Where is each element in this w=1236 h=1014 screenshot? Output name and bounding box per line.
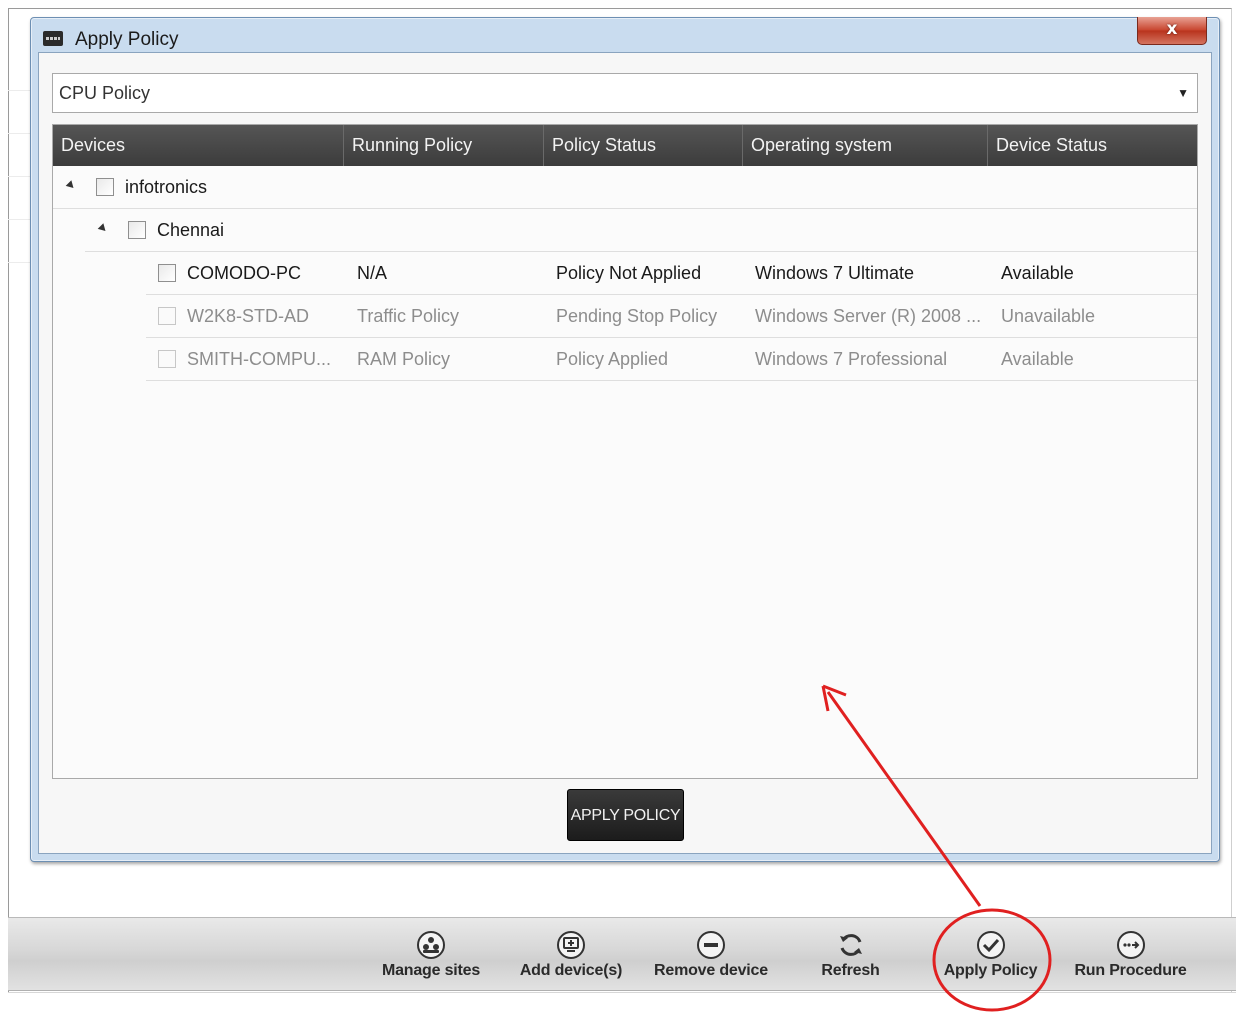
group-name: infotronics <box>125 177 208 197</box>
run-procedure-icon <box>1116 931 1145 959</box>
background-divider <box>8 90 30 91</box>
tree-group-row[interactable]: infotronics <box>53 166 1197 209</box>
device-name: W2K8-STD-AD <box>187 306 310 326</box>
running-policy: N/A <box>357 263 388 283</box>
toolbar-label: Remove device <box>654 962 768 979</box>
group-name: Chennai <box>157 220 225 240</box>
collapse-arrow-icon[interactable] <box>65 180 77 191</box>
background-divider <box>8 133 30 134</box>
device-status: Unavailable <box>1001 306 1096 326</box>
device-status: Available <box>1001 349 1074 369</box>
device-name: SMITH-COMPU... <box>187 349 331 369</box>
device-checkbox[interactable] <box>158 307 176 325</box>
column-header-policy-status[interactable]: Policy Status <box>543 125 742 166</box>
add-device-icon <box>557 931 585 959</box>
apply-policy-dialog-button[interactable]: APPLY POLICY <box>567 789 684 841</box>
manage-sites-icon <box>417 931 445 959</box>
column-header-operating-system[interactable]: Operating system <box>742 125 987 166</box>
remove-device-button[interactable]: Remove device <box>641 918 781 992</box>
column-header-devices[interactable]: Devices <box>53 125 343 166</box>
operating-system: Windows Server (R) 2008 ... <box>755 306 982 326</box>
collapse-arrow-icon[interactable] <box>97 223 109 234</box>
device-grid: Devices Running Policy Policy Status Ope… <box>52 124 1198 779</box>
grid-header: Devices Running Policy Policy Status Ope… <box>53 125 1197 166</box>
device-status: Available <box>1001 263 1074 283</box>
operating-system: Windows 7 Ultimate <box>755 263 915 283</box>
dropdown-arrow-icon[interactable]: ▼ <box>1177 74 1189 112</box>
background-divider <box>8 176 30 177</box>
dialog-title: Apply Policy <box>75 29 179 50</box>
device-checkbox[interactable] <box>158 350 176 368</box>
close-button[interactable]: x <box>1137 17 1207 45</box>
device-name: COMODO-PC <box>187 263 301 283</box>
group-checkbox[interactable] <box>128 221 146 239</box>
column-header-device-status[interactable]: Device Status <box>987 125 1199 166</box>
group-checkbox[interactable] <box>96 178 114 196</box>
toolbar-label: Run Procedure <box>1074 962 1187 979</box>
run-procedure-button[interactable]: Run Procedure <box>1063 918 1198 992</box>
refresh-icon <box>839 934 862 956</box>
toolbar-label: Manage sites <box>381 962 481 979</box>
policy-status: Pending Stop Policy <box>556 306 718 326</box>
remove-device-icon <box>697 931 725 959</box>
apply-policy-button[interactable]: Apply Policy <box>938 918 1043 992</box>
toolbar-label: Add device(s) <box>519 962 623 979</box>
manage-sites-button[interactable]: Manage sites <box>368 918 494 992</box>
background-divider <box>8 262 30 263</box>
policy-dropdown-value: CPU Policy <box>59 83 151 103</box>
table-row[interactable]: SMITH-COMPU... RAM Policy Policy Applied… <box>146 338 1197 381</box>
device-checkbox[interactable] <box>158 264 176 282</box>
table-row[interactable]: COMODO-PC N/A Policy Not Applied Windows… <box>146 252 1197 295</box>
add-devices-button[interactable]: Add device(s) <box>508 918 634 992</box>
toolbar-label: Apply Policy <box>943 962 1038 979</box>
checkmark-icon <box>976 931 1005 959</box>
toolbar-label: Refresh <box>821 962 880 979</box>
status-bar <box>8 992 1236 1014</box>
policy-dropdown[interactable]: CPU Policy ▼ <box>52 73 1198 113</box>
column-header-running-policy[interactable]: Running Policy <box>343 125 543 166</box>
policy-status: Policy Applied <box>556 349 669 369</box>
running-policy: Traffic Policy <box>357 306 460 326</box>
table-row[interactable]: W2K8-STD-AD Traffic Policy Pending Stop … <box>146 295 1197 338</box>
app-logo-icon <box>43 31 63 46</box>
tree-group-row[interactable]: Chennai <box>85 209 1197 252</box>
operating-system: Windows 7 Professional <box>755 349 948 369</box>
background-divider <box>8 219 30 220</box>
policy-status: Policy Not Applied <box>556 263 702 283</box>
bottom-toolbar: Manage sites Add device(s) Remove device… <box>8 917 1236 991</box>
running-policy: RAM Policy <box>357 349 451 369</box>
refresh-button[interactable]: Refresh <box>798 918 903 992</box>
